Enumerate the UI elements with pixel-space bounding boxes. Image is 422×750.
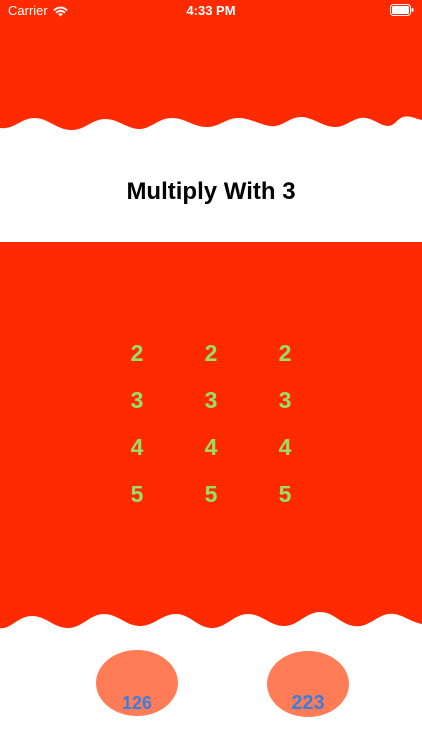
grid-cell: 3 <box>204 387 218 413</box>
grid-cell: 3 <box>130 387 144 413</box>
page-title: Multiply With 3 <box>126 178 296 205</box>
top-banner <box>0 0 422 131</box>
grid-cell: 3 <box>278 387 292 413</box>
status-bar: Carrier 4:33 PM <box>0 0 422 22</box>
grid-cell: 5 <box>278 481 292 507</box>
answer-bubble-left[interactable]: 126 <box>96 650 178 716</box>
grid-cell: 4 <box>130 434 144 460</box>
grid-cell: 2 <box>130 340 144 366</box>
number-grid: 2 2 2 3 3 3 4 4 4 5 5 5 <box>100 333 322 521</box>
status-time: 4:33 PM <box>186 3 236 18</box>
grid-cell: 2 <box>204 340 218 366</box>
grid-cell: 5 <box>204 481 218 507</box>
grid-cell: 4 <box>204 434 218 460</box>
grid-cell: 2 <box>278 340 292 366</box>
answer-bubble-right[interactable]: 223 <box>267 651 349 717</box>
battery-icon <box>390 4 414 16</box>
grid-cell: 4 <box>278 434 292 460</box>
answer-value: 223 <box>291 692 325 714</box>
answer-value: 126 <box>121 693 153 713</box>
grid-cell: 5 <box>130 481 144 507</box>
